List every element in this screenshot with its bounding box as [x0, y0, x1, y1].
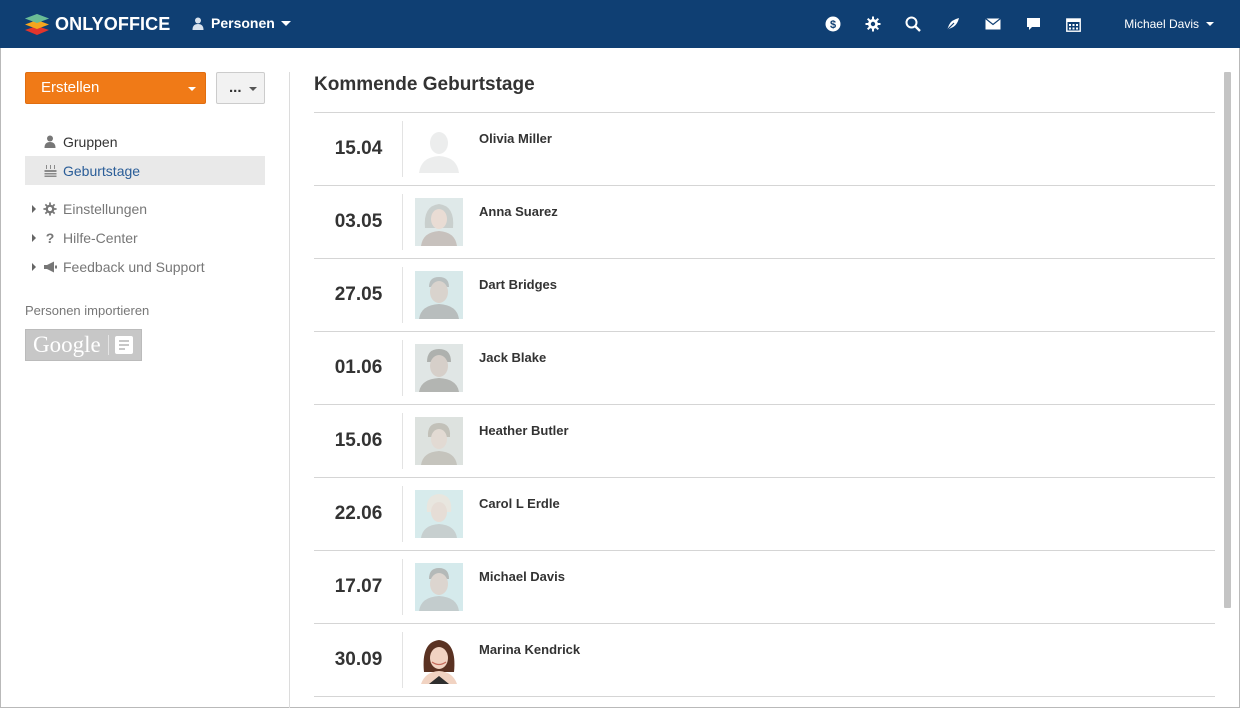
row-divider [402, 632, 403, 688]
birthday-row: 01.06 Jack Blake [314, 332, 1215, 405]
birthday-date: 27.05 [334, 284, 383, 305]
module-switcher[interactable]: Personen [192, 15, 291, 31]
megaphone-icon [43, 260, 57, 274]
mail-icon[interactable] [983, 14, 1003, 34]
person-icon [192, 17, 204, 30]
create-button[interactable]: Erstellen [25, 72, 206, 104]
gear-icon [43, 201, 57, 216]
create-button-label: Erstellen [41, 79, 100, 96]
chevron-down-icon [280, 20, 291, 26]
chevron-down-icon [249, 87, 257, 91]
person-name-link[interactable]: Michael Davis [479, 569, 565, 584]
birthday-date: 03.05 [334, 211, 383, 232]
person-name-link[interactable]: Anna Suarez [479, 204, 558, 219]
birthday-row: 03.05 Anna Suarez [314, 186, 1215, 259]
person-name-link[interactable]: Heather Butler [479, 423, 569, 438]
sidebar-item-label: Einstellungen [63, 200, 148, 217]
person-name-link[interactable]: Carol L Erdle [479, 496, 560, 511]
birthday-row: 15.04 Olivia Miller [314, 113, 1215, 186]
question-icon: ? [45, 229, 55, 246]
top-navigation-bar: ONLYOFFICE Personen $ Michael Davis [0, 0, 1240, 48]
import-people-label: Personen importieren [25, 303, 150, 318]
settings-icon[interactable] [863, 14, 883, 34]
birthday-date: 15.06 [334, 430, 383, 451]
birthday-date: 30.09 [334, 649, 383, 670]
avatar[interactable] [415, 490, 463, 538]
onlyoffice-logo[interactable]: ONLYOFFICE [24, 11, 170, 37]
google-logo-text: Google [33, 332, 101, 357]
person-name-link[interactable]: Jack Blake [479, 350, 546, 365]
chevron-down-icon [188, 87, 196, 91]
row-divider [402, 121, 403, 177]
sidebar-item-help-center[interactable]: ? Hilfe-Center [25, 223, 265, 252]
person-name-link[interactable]: Olivia Miller [479, 131, 552, 146]
search-icon[interactable] [903, 14, 923, 34]
calendar-icon[interactable] [1063, 14, 1083, 34]
sidebar-item-label: Feedback und Support [63, 258, 205, 275]
person-name-link[interactable]: Marina Kendrick [479, 642, 580, 657]
logo-text: ONLYOFFICE [55, 13, 171, 34]
avatar[interactable] [415, 125, 463, 173]
avatar[interactable] [415, 417, 463, 465]
chevron-right-icon [32, 204, 36, 213]
row-divider [402, 267, 403, 323]
avatar[interactable] [415, 563, 463, 611]
avatar[interactable] [415, 271, 463, 319]
divider [107, 335, 109, 355]
page-title: Kommende Geburtstage [314, 74, 535, 95]
sidebar-item-groups[interactable]: Gruppen [25, 127, 265, 156]
chevron-right-icon [32, 262, 36, 271]
row-divider [402, 486, 403, 542]
chat-icon[interactable] [1023, 14, 1043, 34]
birthday-date: 01.06 [334, 357, 383, 378]
chevron-down-icon [1206, 22, 1214, 26]
sidebar-item-settings[interactable]: Einstellungen [25, 194, 265, 223]
avatar[interactable] [415, 636, 463, 684]
user-menu[interactable]: Michael Davis [1124, 17, 1214, 31]
avatar[interactable] [415, 198, 463, 246]
birthday-row: 15.06 Heather Butler [314, 405, 1215, 478]
contacts-doc-icon [114, 336, 133, 354]
birthday-list: 15.04 Olivia Miller 03.05 Anna Suarez 27… [314, 113, 1215, 697]
row-divider [402, 194, 403, 250]
person-name-link[interactable]: Dart Bridges [479, 277, 557, 292]
scrollbar[interactable] [1224, 72, 1231, 608]
more-actions-button[interactable]: ... [216, 72, 265, 104]
cake-icon [43, 164, 57, 178]
birthday-date: 15.04 [334, 138, 383, 159]
payment-icon[interactable]: $ [823, 14, 843, 34]
birthday-row: 27.05 Dart Bridges [314, 259, 1215, 332]
birthday-row: 22.06 Carol L Erdle [314, 478, 1215, 551]
sidebar-divider [289, 72, 290, 708]
feed-icon[interactable] [943, 14, 963, 34]
more-actions-label: ... [229, 79, 242, 96]
logo-layers-icon [25, 14, 49, 35]
birthday-date: 17.07 [334, 576, 383, 597]
row-divider [402, 413, 403, 469]
row-divider [402, 559, 403, 615]
svg-text:$: $ [830, 19, 836, 31]
sidebar-item-label: Hilfe-Center [63, 229, 138, 246]
avatar[interactable] [415, 344, 463, 392]
birthday-row: 30.09 Marina Kendrick [314, 624, 1215, 697]
birthday-date: 22.06 [334, 503, 383, 524]
row-divider [402, 340, 403, 396]
sidebar-item-birthdays[interactable]: Geburtstage [25, 156, 265, 185]
user-icon [43, 135, 57, 149]
module-label: Personen [211, 15, 275, 31]
chevron-right-icon [32, 233, 36, 242]
sidebar-item-feedback[interactable]: Feedback und Support [25, 252, 265, 281]
google-import-button[interactable]: Google [25, 329, 142, 361]
sidebar-item-label: Geburtstage [63, 162, 141, 179]
birthday-row: 17.07 Michael Davis [314, 551, 1215, 624]
sidebar-item-label: Gruppen [63, 133, 118, 150]
user-name: Michael Davis [1124, 17, 1199, 31]
